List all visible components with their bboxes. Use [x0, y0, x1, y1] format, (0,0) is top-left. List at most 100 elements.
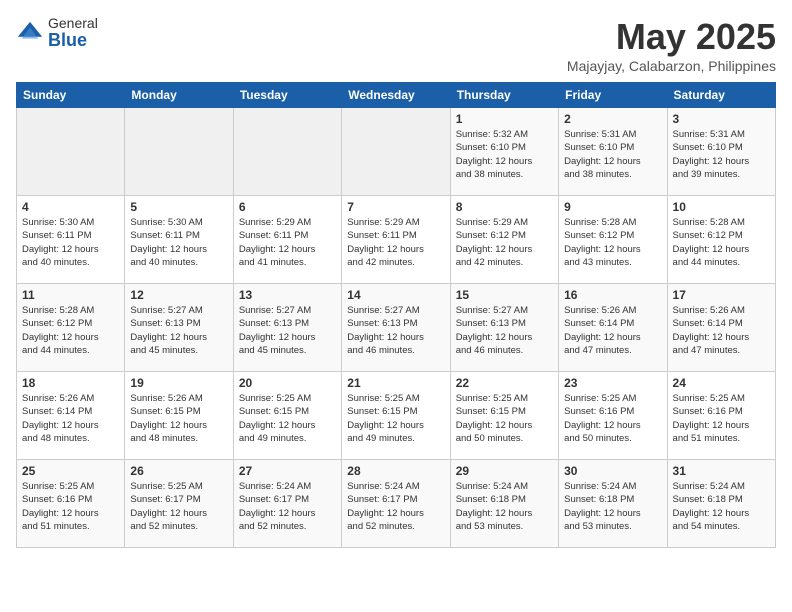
page-header: General Blue May 2025 Majayjay, Calabarz…	[16, 16, 776, 74]
day-number: 5	[130, 200, 227, 214]
day-info: Sunrise: 5:25 AMSunset: 6:17 PMDaylight:…	[130, 480, 227, 533]
logo-icon	[16, 20, 44, 48]
calendar-cell: 29 Sunrise: 5:24 AMSunset: 6:18 PMDayligh…	[450, 460, 558, 548]
calendar-cell: 25 Sunrise: 5:25 AMSunset: 6:16 PMDayligh…	[17, 460, 125, 548]
day-info: Sunrise: 5:24 AMSunset: 6:18 PMDaylight:…	[456, 480, 553, 533]
header-row: SundayMondayTuesdayWednesdayThursdayFrid…	[17, 83, 776, 108]
day-info: Sunrise: 5:25 AMSunset: 6:15 PMDaylight:…	[239, 392, 336, 445]
header-day-sunday: Sunday	[17, 83, 125, 108]
calendar-cell: 12 Sunrise: 5:27 AMSunset: 6:13 PMDayligh…	[125, 284, 233, 372]
day-number: 12	[130, 288, 227, 302]
day-number: 19	[130, 376, 227, 390]
calendar-table: SundayMondayTuesdayWednesdayThursdayFrid…	[16, 82, 776, 548]
day-info: Sunrise: 5:25 AMSunset: 6:16 PMDaylight:…	[564, 392, 661, 445]
day-info: Sunrise: 5:30 AMSunset: 6:11 PMDaylight:…	[130, 216, 227, 269]
day-info: Sunrise: 5:25 AMSunset: 6:16 PMDaylight:…	[673, 392, 770, 445]
day-number: 14	[347, 288, 444, 302]
day-info: Sunrise: 5:27 AMSunset: 6:13 PMDaylight:…	[239, 304, 336, 357]
day-info: Sunrise: 5:26 AMSunset: 6:14 PMDaylight:…	[22, 392, 119, 445]
calendar-cell: 18 Sunrise: 5:26 AMSunset: 6:14 PMDayligh…	[17, 372, 125, 460]
day-info: Sunrise: 5:26 AMSunset: 6:14 PMDaylight:…	[564, 304, 661, 357]
day-info: Sunrise: 5:25 AMSunset: 6:15 PMDaylight:…	[456, 392, 553, 445]
calendar-cell: 5 Sunrise: 5:30 AMSunset: 6:11 PMDaylight…	[125, 196, 233, 284]
calendar-cell: 6 Sunrise: 5:29 AMSunset: 6:11 PMDaylight…	[233, 196, 341, 284]
calendar-cell	[233, 108, 341, 196]
day-info: Sunrise: 5:29 AMSunset: 6:12 PMDaylight:…	[456, 216, 553, 269]
day-number: 2	[564, 112, 661, 126]
day-number: 4	[22, 200, 119, 214]
day-info: Sunrise: 5:27 AMSunset: 6:13 PMDaylight:…	[456, 304, 553, 357]
calendar-cell: 13 Sunrise: 5:27 AMSunset: 6:13 PMDayligh…	[233, 284, 341, 372]
day-info: Sunrise: 5:25 AMSunset: 6:16 PMDaylight:…	[22, 480, 119, 533]
calendar-cell	[125, 108, 233, 196]
day-info: Sunrise: 5:24 AMSunset: 6:17 PMDaylight:…	[239, 480, 336, 533]
day-info: Sunrise: 5:28 AMSunset: 6:12 PMDaylight:…	[22, 304, 119, 357]
calendar-cell: 23 Sunrise: 5:25 AMSunset: 6:16 PMDayligh…	[559, 372, 667, 460]
calendar-cell	[342, 108, 450, 196]
calendar-cell: 10 Sunrise: 5:28 AMSunset: 6:12 PMDayligh…	[667, 196, 775, 284]
day-number: 10	[673, 200, 770, 214]
calendar-cell: 9 Sunrise: 5:28 AMSunset: 6:12 PMDaylight…	[559, 196, 667, 284]
day-number: 30	[564, 464, 661, 478]
day-info: Sunrise: 5:28 AMSunset: 6:12 PMDaylight:…	[564, 216, 661, 269]
day-number: 25	[22, 464, 119, 478]
calendar-cell	[17, 108, 125, 196]
day-number: 28	[347, 464, 444, 478]
day-number: 7	[347, 200, 444, 214]
calendar-cell: 16Sunrise: 5:26 AMSunset: 6:14 PMDayligh…	[559, 284, 667, 372]
day-info: Sunrise: 5:27 AMSunset: 6:13 PMDaylight:…	[130, 304, 227, 357]
week-row-3: 11 Sunrise: 5:28 AMSunset: 6:12 PMDayligh…	[17, 284, 776, 372]
header-day-monday: Monday	[125, 83, 233, 108]
day-number: 15	[456, 288, 553, 302]
title-area: May 2025 Majayjay, Calabarzon, Philippin…	[567, 16, 776, 74]
day-number: 29	[456, 464, 553, 478]
calendar-cell: 14 Sunrise: 5:27 AMSunset: 6:13 PMDayligh…	[342, 284, 450, 372]
day-number: 21	[347, 376, 444, 390]
day-number: 8	[456, 200, 553, 214]
day-info: Sunrise: 5:25 AMSunset: 6:15 PMDaylight:…	[347, 392, 444, 445]
day-info: Sunrise: 5:24 AMSunset: 6:17 PMDaylight:…	[347, 480, 444, 533]
day-number: 9	[564, 200, 661, 214]
week-row-2: 4 Sunrise: 5:30 AMSunset: 6:11 PMDaylight…	[17, 196, 776, 284]
day-number: 23	[564, 376, 661, 390]
calendar-cell: 27 Sunrise: 5:24 AMSunset: 6:17 PMDayligh…	[233, 460, 341, 548]
calendar-cell: 7 Sunrise: 5:29 AMSunset: 6:11 PMDaylight…	[342, 196, 450, 284]
day-number: 13	[239, 288, 336, 302]
week-row-4: 18 Sunrise: 5:26 AMSunset: 6:14 PMDayligh…	[17, 372, 776, 460]
day-info: Sunrise: 5:27 AMSunset: 6:13 PMDaylight:…	[347, 304, 444, 357]
header-day-friday: Friday	[559, 83, 667, 108]
day-info: Sunrise: 5:26 AMSunset: 6:15 PMDaylight:…	[130, 392, 227, 445]
day-info: Sunrise: 5:30 AMSunset: 6:11 PMDaylight:…	[22, 216, 119, 269]
logo-blue-text: Blue	[48, 31, 98, 51]
calendar-cell: 31Sunrise: 5:24 AMSunset: 6:18 PMDayligh…	[667, 460, 775, 548]
calendar-cell: 28 Sunrise: 5:24 AMSunset: 6:17 PMDayligh…	[342, 460, 450, 548]
day-info: Sunrise: 5:29 AMSunset: 6:11 PMDaylight:…	[239, 216, 336, 269]
day-number: 17	[673, 288, 770, 302]
calendar-header: SundayMondayTuesdayWednesdayThursdayFrid…	[17, 83, 776, 108]
calendar-cell: 26 Sunrise: 5:25 AMSunset: 6:17 PMDayligh…	[125, 460, 233, 548]
month-title: May 2025	[567, 16, 776, 58]
day-number: 24	[673, 376, 770, 390]
header-day-wednesday: Wednesday	[342, 83, 450, 108]
day-number: 26	[130, 464, 227, 478]
day-number: 11	[22, 288, 119, 302]
calendar-cell: 1Sunrise: 5:32 AMSunset: 6:10 PMDaylight…	[450, 108, 558, 196]
day-number: 18	[22, 376, 119, 390]
day-number: 31	[673, 464, 770, 478]
day-number: 27	[239, 464, 336, 478]
calendar-body: 1Sunrise: 5:32 AMSunset: 6:10 PMDaylight…	[17, 108, 776, 548]
calendar-cell: 30Sunrise: 5:24 AMSunset: 6:18 PMDayligh…	[559, 460, 667, 548]
logo-general-text: General	[48, 16, 98, 31]
day-number: 6	[239, 200, 336, 214]
calendar-cell: 3Sunrise: 5:31 AMSunset: 6:10 PMDaylight…	[667, 108, 775, 196]
calendar-cell: 17Sunrise: 5:26 AMSunset: 6:14 PMDayligh…	[667, 284, 775, 372]
calendar-cell: 22Sunrise: 5:25 AMSunset: 6:15 PMDayligh…	[450, 372, 558, 460]
day-number: 20	[239, 376, 336, 390]
logo: General Blue	[16, 16, 98, 51]
calendar-cell: 8 Sunrise: 5:29 AMSunset: 6:12 PMDaylight…	[450, 196, 558, 284]
day-info: Sunrise: 5:29 AMSunset: 6:11 PMDaylight:…	[347, 216, 444, 269]
day-info: Sunrise: 5:28 AMSunset: 6:12 PMDaylight:…	[673, 216, 770, 269]
calendar-cell: 2Sunrise: 5:31 AMSunset: 6:10 PMDaylight…	[559, 108, 667, 196]
header-day-saturday: Saturday	[667, 83, 775, 108]
day-info: Sunrise: 5:31 AMSunset: 6:10 PMDaylight:…	[673, 128, 770, 181]
